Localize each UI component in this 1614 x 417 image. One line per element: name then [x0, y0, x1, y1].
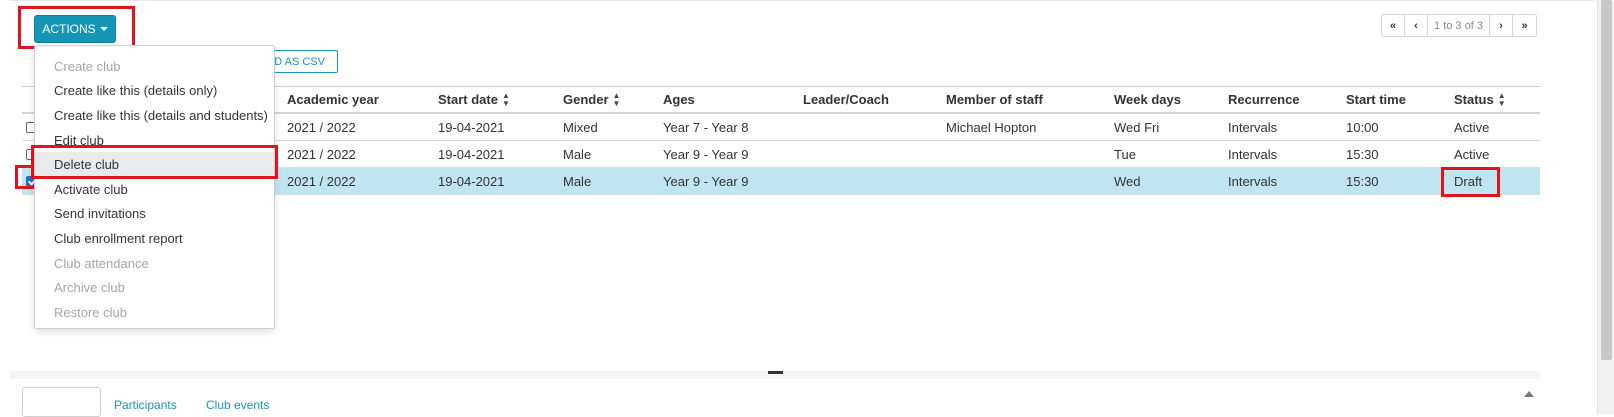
cell-week-days: Wed: [1114, 173, 1141, 189]
actions-button[interactable]: ACTIONS: [34, 15, 116, 43]
next-page-button[interactable]: ›: [1490, 15, 1513, 36]
scroll-up-icon[interactable]: [1524, 391, 1534, 397]
header-start-time: Start time: [1346, 92, 1406, 107]
sort-icon: ▲ ▼: [1497, 90, 1506, 108]
cell-recurrence: Intervals: [1228, 146, 1278, 162]
menu-item-send-invitations[interactable]: Send invitations: [35, 202, 274, 227]
cell-status: Draft: [1454, 173, 1483, 189]
cell-start-time: 15:30: [1346, 146, 1379, 162]
menu-item-club-attendance: Club attendance: [54, 255, 149, 271]
menu-item-enrollment-report[interactable]: Club enrollment report: [35, 226, 274, 251]
download-csv-label: AD AS CSV: [266, 55, 325, 68]
header-leader-coach: Leader/Coach: [803, 92, 889, 107]
menu-item-create-like-details[interactable]: Create like this (details only): [35, 79, 274, 104]
header-member-of-staff: Member of staff: [946, 92, 1043, 107]
page-scrollbar[interactable]: [1597, 0, 1614, 414]
cell-start-date: 19-04-2021: [438, 173, 505, 189]
cell-ages: Year 7 - Year 8: [663, 119, 749, 135]
sort-icon: ▲ ▼: [612, 90, 621, 108]
cell-ages: Year 9 - Year 9: [663, 173, 749, 189]
menu-item-activate-club[interactable]: Activate club: [35, 177, 274, 202]
menu-item-create-club: Create club: [54, 58, 121, 74]
cell-gender: Male: [563, 146, 592, 162]
header-recurrence: Recurrence: [1228, 92, 1300, 107]
cell-start-date: 19-04-2021: [438, 146, 505, 162]
splitter-handle[interactable]: [768, 371, 783, 374]
header-status[interactable]: Status ▲ ▼: [1454, 87, 1506, 112]
header-start-date-label: Start date: [438, 92, 498, 107]
sort-icon: ▲ ▼: [501, 90, 510, 108]
menu-item-restore-club: Restore club: [54, 304, 127, 320]
cell-week-days: Wed Fri: [1114, 119, 1160, 135]
header-status-label: Status: [1454, 92, 1494, 107]
participants-link[interactable]: Participants: [114, 398, 177, 412]
menu-item-create-like-students[interactable]: Create like this (details and students): [35, 103, 274, 128]
top-border: [10, 0, 1594, 1]
scrollbar-thumb[interactable]: [1601, 0, 1612, 360]
actions-button-label: ACTIONS: [42, 22, 96, 36]
page-info: 1 to 3 of 3: [1428, 15, 1490, 36]
cell-academic-year: 2021 / 2022: [287, 146, 356, 162]
cell-academic-year: 2021 / 2022: [287, 119, 356, 135]
cell-member-of-staff: Michael Hopton: [946, 119, 1037, 135]
cell-week-days: Tue: [1114, 146, 1136, 162]
cell-gender: Mixed: [563, 119, 598, 135]
first-page-button[interactable]: «: [1382, 15, 1405, 36]
header-academic-year: Academic year: [287, 92, 379, 107]
actions-dropdown-menu: Create club Create like this (details on…: [34, 45, 275, 329]
menu-item-delete-club[interactable]: Delete club: [35, 152, 274, 177]
cell-start-time: 15:30: [1346, 173, 1379, 189]
pagination: « ‹ 1 to 3 of 3 › »: [1381, 14, 1537, 37]
header-gender[interactable]: Gender ▲ ▼: [563, 87, 620, 112]
cell-status: Active: [1454, 119, 1490, 135]
caret-down-icon: [99, 27, 108, 31]
bottom-tab-box[interactable]: [22, 387, 101, 417]
cell-recurrence: Intervals: [1228, 173, 1278, 189]
cell-recurrence: Intervals: [1228, 119, 1278, 135]
header-gender-label: Gender: [563, 92, 609, 107]
cell-ages: Year 9 - Year 9: [663, 146, 749, 162]
club-events-link[interactable]: Club events: [206, 398, 269, 412]
cell-status: Active: [1454, 146, 1490, 162]
menu-item-edit-club[interactable]: Edit club: [35, 128, 274, 153]
prev-page-button[interactable]: ‹: [1405, 15, 1428, 36]
header-week-days: Week days: [1114, 92, 1181, 107]
header-ages: Ages: [663, 92, 695, 107]
header-start-date[interactable]: Start date ▲ ▼: [438, 87, 510, 112]
cell-gender: Male: [563, 173, 592, 189]
cell-start-time: 10:00: [1346, 119, 1379, 135]
menu-item-archive-club: Archive club: [54, 280, 125, 296]
cell-start-date: 19-04-2021: [438, 119, 505, 135]
last-page-button[interactable]: »: [1513, 15, 1536, 36]
cell-academic-year: 2021 / 2022: [287, 173, 356, 189]
